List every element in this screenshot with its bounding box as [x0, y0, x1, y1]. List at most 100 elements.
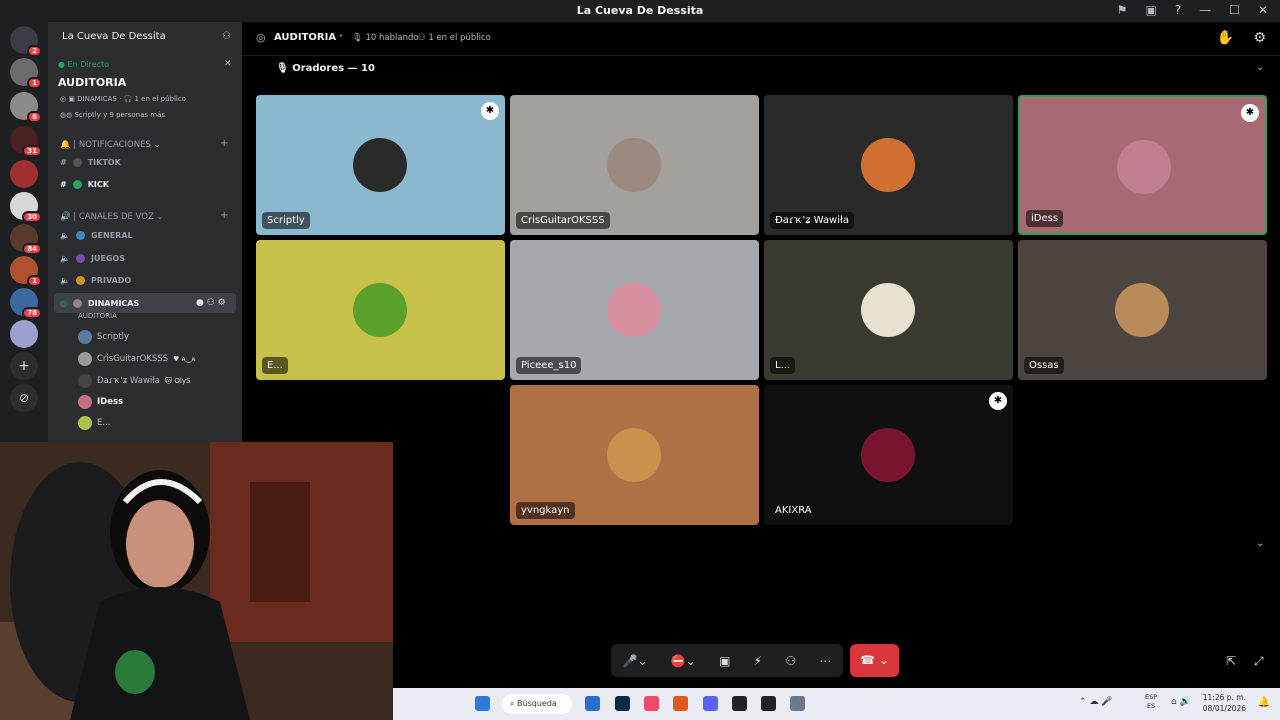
- speaker-tile[interactable]: L...: [764, 240, 1013, 380]
- taskbar-search[interactable]: ⌕ Búsqueda: [502, 694, 572, 714]
- brave-icon[interactable]: [673, 696, 688, 711]
- channel-dinamicas[interactable]: ◎ DINAMICAS: [60, 299, 139, 308]
- channel-label: JUEGOS: [90, 254, 126, 263]
- channel-label: DINAMICAS: [87, 299, 140, 308]
- server-name[interactable]: La Cueva De Dessita: [62, 31, 166, 42]
- channel-juegos[interactable]: 🔈 JUEGOS: [60, 254, 125, 263]
- clock-time: 11:26 p. m.: [1202, 693, 1246, 702]
- minimize-button[interactable]: —: [1199, 3, 1211, 17]
- add-channel-icon[interactable]: +: [220, 210, 228, 221]
- obs-icon[interactable]: [732, 696, 747, 711]
- avatar: [78, 330, 92, 344]
- inbox-icon[interactable]: ⚑: [1117, 3, 1128, 17]
- expand-icon[interactable]: ⌄: [1256, 538, 1264, 549]
- fullscreen-icon[interactable]: ⤢: [1254, 654, 1264, 669]
- hash-icon: #: [60, 180, 67, 189]
- camera-off-icon[interactable]: ⛔⌄: [671, 654, 696, 668]
- channel-icon: [72, 158, 82, 167]
- channel-actions[interactable]: ● ⚇ ⚙: [196, 298, 226, 308]
- maximize-button[interactable]: ☐: [1229, 3, 1240, 17]
- speaker-name: Ossas: [1024, 357, 1064, 374]
- language-indicator[interactable]: ESP ES: [1145, 693, 1157, 711]
- channel-tiktok[interactable]: # TIKTOK: [60, 158, 121, 167]
- avatar: [607, 428, 661, 482]
- server-icon[interactable]: 84: [10, 224, 42, 255]
- invite-icon[interactable]: ⚇: [785, 654, 796, 668]
- hangup-button[interactable]: ☎ ⌄: [850, 644, 899, 677]
- avatar: [353, 283, 407, 337]
- activity-icon[interactable]: ⚡: [754, 654, 762, 668]
- collapse-icon[interactable]: ⌄: [1256, 62, 1264, 73]
- settings-icon[interactable]: ⚙: [1253, 30, 1266, 46]
- invite-icon[interactable]: ⚇: [222, 31, 231, 42]
- screen-icon[interactable]: ▣: [1145, 3, 1156, 17]
- server-icon[interactable]: 31: [10, 126, 42, 157]
- system-clock[interactable]: 11:26 p. m. 08/01/2026: [1203, 692, 1246, 714]
- server-icon[interactable]: 1: [10, 58, 42, 89]
- stage-title: AUDITORIA: [274, 32, 337, 43]
- listeners-text: Scriptly y 9 personas más: [74, 111, 166, 119]
- badge: 31: [22, 145, 42, 157]
- popout-icon[interactable]: ⇱: [1226, 654, 1236, 668]
- server-icon[interactable]: 30: [10, 192, 42, 223]
- close-icon[interactable]: ✕: [224, 59, 232, 69]
- channel-label: PRIVADO: [90, 276, 132, 285]
- server-icon[interactable]: 78: [10, 288, 42, 319]
- network-volume-icons[interactable]: ⌂ 🔊: [1171, 697, 1191, 707]
- channel-kick[interactable]: # KICK: [60, 180, 109, 189]
- channel-privado[interactable]: 🔈 PRIVADO: [60, 276, 131, 285]
- speaker-tile[interactable]: Ossas: [1018, 240, 1267, 380]
- screen-share-icon[interactable]: ▣: [719, 654, 730, 668]
- server-icon[interactable]: 1: [10, 256, 42, 287]
- calculator-icon[interactable]: [585, 696, 600, 711]
- avatar: [1115, 283, 1169, 337]
- discover-icon[interactable]: ⊘: [10, 384, 38, 412]
- taskbar: ⌕ Búsqueda ⌃ ☁ 🎤 ESP ES ⌂ 🔊 11:26 p. m. 08…: [393, 688, 1280, 720]
- speaker-tile[interactable]: AKIXRA ✱: [764, 385, 1013, 525]
- raise-hand-icon[interactable]: ✋: [1217, 30, 1234, 46]
- active-sub-label: AUDITORIA: [78, 312, 117, 320]
- close-button[interactable]: ✕: [1258, 3, 1268, 17]
- member-e[interactable]: E...: [78, 416, 110, 430]
- server-icon[interactable]: [10, 160, 38, 188]
- speaker-name: L...: [770, 357, 796, 374]
- add-channel-icon[interactable]: +: [220, 138, 228, 149]
- settings-icon[interactable]: [790, 696, 805, 711]
- discord-icon[interactable]: [703, 696, 718, 711]
- app-icon[interactable]: [761, 696, 776, 711]
- badge: 30: [22, 211, 42, 223]
- category-canales-de-voz[interactable]: 🔊 | CANALES DE VOZ ⌄: [60, 212, 164, 222]
- photoshop-icon[interactable]: [615, 696, 630, 711]
- more-icon[interactable]: ⋯: [819, 654, 831, 668]
- speaker-tile[interactable]: Ɖaɾҡ'ʑ Wawiła: [764, 95, 1013, 235]
- server-icon[interactable]: 6: [10, 92, 42, 123]
- speaker-tile[interactable]: Scriptly ✱: [256, 95, 505, 235]
- notification-icon[interactable]: 🔔: [1258, 697, 1270, 708]
- member-dark-wawila[interactable]: Ɖaɾҡ'ʑ Wawiła 🐱 OlyS: [78, 374, 190, 388]
- server-icon[interactable]: 2: [10, 26, 42, 57]
- channel-icon: [75, 276, 85, 285]
- help-icon[interactable]: ?: [1175, 3, 1181, 17]
- speaker-tile[interactable]: Piceee_s10: [510, 240, 759, 380]
- member-idess[interactable]: IDess: [78, 395, 123, 409]
- speaker-tile[interactable]: yvngkayn: [510, 385, 759, 525]
- server-icon[interactable]: [10, 320, 38, 348]
- speaker-tile[interactable]: CrisGuitarOKSSS: [510, 95, 759, 235]
- member-name: Scriptly: [97, 332, 130, 342]
- music-icon[interactable]: [644, 696, 659, 711]
- avatar: [861, 283, 915, 337]
- avatar: [78, 352, 92, 366]
- tray-icons[interactable]: ⌃ ☁ 🎤: [1079, 697, 1112, 707]
- live-label: En Directo: [67, 60, 110, 69]
- mic-icon[interactable]: 🎤⌄: [623, 654, 648, 668]
- category-notificaciones[interactable]: 🔔 | NOTIFICACIONES ⌄: [60, 140, 161, 150]
- speaker-tile[interactable]: E...: [256, 240, 505, 380]
- member-crisguitar[interactable]: CrisGuitarOKSSS ♥ ᴀ‿ᴀ: [78, 352, 195, 366]
- windows-start-icon[interactable]: [475, 696, 490, 711]
- add-server-icon[interactable]: +: [10, 352, 38, 380]
- channel-general[interactable]: 🔈 GENERAL: [60, 231, 133, 240]
- stage-icon: ◎: [60, 299, 67, 308]
- speaker-tile[interactable]: iDess ✱: [1018, 95, 1267, 235]
- call-controls: 🎤⌄ ⛔⌄ ▣ ⚡ ⚇ ⋯: [611, 644, 843, 677]
- member-scriptly[interactable]: Scriptly: [78, 330, 129, 344]
